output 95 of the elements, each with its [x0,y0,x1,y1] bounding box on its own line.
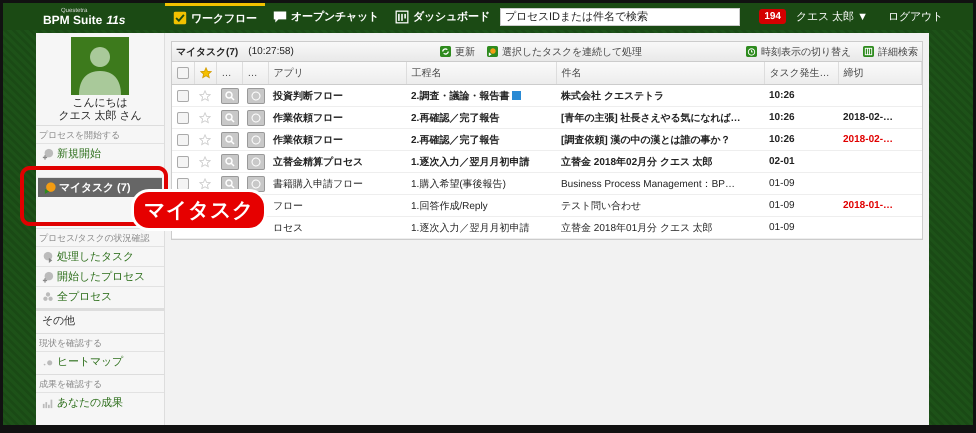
table-cell: 2018-02-… [843,134,894,145]
dashboard-icon [395,10,409,24]
column-header[interactable]: 工程名 [406,62,556,84]
sidebar-item[interactable]: 処理したタスク [36,246,164,266]
callout-tooltip: マイタスク [131,189,267,231]
row-checkbox[interactable] [177,134,189,146]
column-header[interactable]: アプリ [268,62,406,84]
table-cell: 10:26 [764,106,838,128]
row-checkbox[interactable] [177,178,189,190]
table-cell: 01-09 [764,194,838,216]
table-cell: 10:26 [764,84,838,106]
table-cell: 作業依頼フロー [268,106,406,128]
table-cell: 1.逐次入力／翌月月初申請 [411,222,530,234]
clock-icon [746,46,757,57]
refresh-icon [440,46,451,57]
column-header[interactable]: … [242,62,268,84]
checkmark-icon [173,11,187,25]
chat-icon[interactable] [247,88,265,104]
column-header[interactable]: タスク発生… [764,62,838,84]
column-header[interactable]: 件名 [556,62,764,84]
table-cell: フロー [268,194,406,216]
table-cell: [青年の主張] 社長さえやる気になれば… [556,106,764,128]
table-cell: 株式会社 クエステトラ [556,84,764,106]
notification-badge[interactable]: 194 [759,9,786,24]
star-icon[interactable] [199,178,211,190]
toolbar-link[interactable]: 更新 [454,44,475,58]
nav-tab[interactable]: ダッシュボード [387,3,498,30]
table-cell: 作業依頼フロー [268,128,406,150]
table-cell: [調査依頼] 漢の中の漢とは誰の事か？ [556,128,764,150]
process-icon [486,46,498,57]
search-icon[interactable] [221,88,239,104]
bar-chart-icon [42,396,54,409]
table-cell: 02-01 [764,150,838,172]
panel-title: マイタスク(7) [176,46,238,58]
circle-plus-icon [42,148,54,160]
table-cell: 2018-02-… [843,112,894,123]
table-cell: 投資判断フロー [268,84,406,106]
row-checkbox[interactable] [177,156,189,168]
user-menu[interactable]: クエス 太郎 ▼ [796,9,868,24]
chat-icon[interactable] [247,110,265,126]
search-icon[interactable] [221,154,239,170]
document-icon[interactable] [512,91,522,100]
panel-time: (10:27:58) [248,46,294,57]
star-icon[interactable] [200,67,212,79]
table-cell: 10:26 [764,128,838,150]
select-all-checkbox[interactable] [177,67,189,79]
search-field[interactable]: プロセスIDまたは件名で検索 [500,8,740,26]
table-cell: 1.回答作成/Reply [411,200,488,212]
table-cell: 1.逐次入力／翌月月初申請 [411,156,530,168]
search-icon[interactable] [221,132,239,148]
star-icon[interactable] [199,156,211,168]
star-icon[interactable] [199,112,211,124]
logo-text: BPM Suite [43,14,102,26]
table-cell: 1.購入希望(事後報告) [411,178,506,190]
logout-link[interactable]: ログアウト [888,9,943,24]
task-icon [44,182,56,194]
table-cell: 書籍購入申請フロー [268,172,406,194]
grid-icon [863,46,874,57]
table-cell: 2.再確認／完了報告 [411,112,500,124]
column-header[interactable]: … [216,62,242,84]
nav-tab[interactable]: オープンチャット [265,3,387,30]
dots-icon [42,290,54,303]
nav-tab[interactable]: ワークフロー [165,3,265,30]
chat-icon[interactable] [247,132,265,148]
toolbar-link[interactable]: 時刻表示の切り替え [761,44,851,58]
circle-plus-icon [42,270,54,283]
sidebar-item[interactable]: マイタスク (7) [38,177,162,198]
avatar-icon [71,37,129,95]
toolbar-link[interactable]: 詳細検索 [878,44,918,58]
table-cell: 立替金 2018年01月分 クエス 太郎 [556,216,764,238]
logo-version: 11s [106,14,126,26]
greeting: こんにちは [72,97,128,110]
chat-icon[interactable] [247,154,265,170]
chat-icon [273,10,287,24]
user-name: クエス 太郎 さん [57,110,143,122]
sidebar-item[interactable]: 開始したプロセス [36,266,164,286]
search-icon[interactable] [221,110,239,126]
table-cell: Business Process Management：BP… [556,172,764,194]
column-header[interactable]: 締切 [838,62,922,84]
row-checkbox[interactable] [177,112,189,124]
table-cell: 01-09 [764,216,838,238]
star-icon[interactable] [199,134,211,146]
chat-icon[interactable] [247,176,265,192]
row-checkbox[interactable] [177,90,189,102]
table-cell: ロセス [268,216,406,238]
table-cell: 2.再確認／完了報告 [411,134,500,146]
table-cell: テスト問い合わせ [556,194,764,216]
star-icon[interactable] [199,90,211,102]
table-cell: 2.調査・議論・報告書 [411,90,510,102]
table-cell: 立替金 2018年02月分 クエス 太郎 [556,150,764,172]
table-cell: 01-09 [764,172,838,194]
table-cell: 2018-01-… [843,200,894,211]
toolbar-link[interactable]: 選択したタスクを連続して処理 [502,44,642,58]
circle-play-icon [42,250,54,263]
table-cell: 立替金精算プロセス [268,150,406,172]
